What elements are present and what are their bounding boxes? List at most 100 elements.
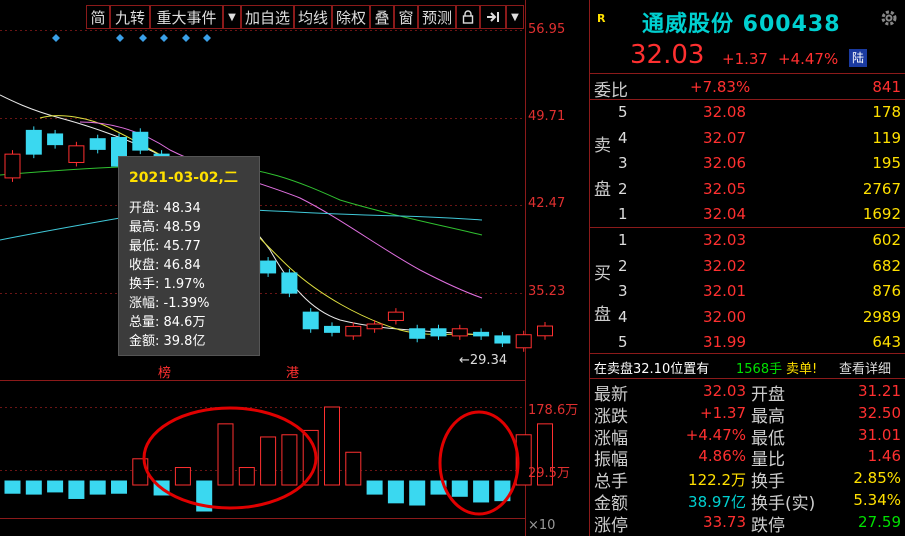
order-level-index: 1 <box>618 231 628 249</box>
volume-bar[interactable] <box>409 480 426 506</box>
event-markers[interactable] <box>52 34 211 42</box>
order-price[interactable]: 32.05 <box>700 180 746 198</box>
view-detail-link[interactable]: 查看详细 <box>839 358 891 377</box>
order-price[interactable]: 32.03 <box>700 231 746 249</box>
stat-value: 31.21 <box>858 382 901 400</box>
overlay-button[interactable]: 叠 <box>370 5 394 29</box>
predict-button[interactable]: 预测 <box>418 5 456 29</box>
candle[interactable] <box>47 133 64 146</box>
order-price[interactable]: 32.04 <box>700 205 746 223</box>
gang-label[interactable]: 港 <box>286 362 299 381</box>
volume-bar[interactable] <box>89 480 106 495</box>
major-events-button[interactable]: 重大事件 <box>150 5 223 29</box>
volume-bar[interactable] <box>111 480 127 494</box>
stock-name: 通威股份 600438 <box>642 12 841 37</box>
order-level-index: 1 <box>618 205 628 223</box>
order-price[interactable]: 32.07 <box>700 129 746 147</box>
candle[interactable] <box>68 145 85 163</box>
buy-label-bottom: 盘 <box>594 305 611 325</box>
candle[interactable] <box>409 328 426 339</box>
order-volume: 876 <box>872 282 901 300</box>
volume-bar[interactable] <box>25 480 42 495</box>
volume-bar[interactable] <box>451 480 468 497</box>
ma-line-yellow <box>39 115 483 336</box>
candle[interactable] <box>494 335 511 344</box>
tooltip-high: 最高: 48.59 <box>129 220 201 235</box>
exright-button[interactable]: 除权 <box>332 5 370 29</box>
candle[interactable] <box>366 323 383 330</box>
candle[interactable] <box>387 311 404 321</box>
stat-value: 31.01 <box>858 425 901 444</box>
jiuzhuan-button[interactable]: 九转 <box>110 5 150 29</box>
stat-value: +4.47% <box>685 425 746 444</box>
export-icon[interactable] <box>480 5 506 29</box>
candle[interactable] <box>537 325 553 337</box>
volume-bar[interactable] <box>174 467 191 486</box>
order-volume: 195 <box>872 154 901 172</box>
sell-label-top: 卖 <box>594 136 611 156</box>
candle[interactable] <box>473 331 490 337</box>
more-dropdown-icon[interactable]: ▼ <box>506 5 524 29</box>
lock-icon[interactable] <box>456 5 480 29</box>
bang-label[interactable]: 榜 <box>158 362 171 381</box>
order-price[interactable]: 32.08 <box>700 103 746 121</box>
tooltip-date: 2021-03-02,二 <box>129 170 238 186</box>
order-price[interactable]: 32.02 <box>700 257 746 275</box>
kline-chart[interactable] <box>0 0 590 536</box>
notice-text: 在卖盘32.10位置有 <box>594 362 710 377</box>
candle[interactable] <box>25 129 42 155</box>
window-button[interactable]: 窗 <box>394 5 418 29</box>
volume-bar[interactable] <box>47 480 64 493</box>
events-dropdown-icon[interactable]: ▼ <box>223 5 241 29</box>
volume-bar[interactable] <box>281 434 298 486</box>
order-price[interactable]: 31.99 <box>700 333 746 351</box>
volume-bar[interactable] <box>366 480 383 495</box>
candle[interactable] <box>302 311 319 330</box>
volume-bar[interactable] <box>324 406 340 486</box>
volume-bar[interactable] <box>238 467 255 486</box>
tooltip-volume: 总量: 84.6万 <box>129 315 206 330</box>
volume-bar[interactable] <box>345 451 362 486</box>
candles-group <box>4 126 553 352</box>
candle[interactable] <box>260 260 277 274</box>
gear-icon[interactable] <box>880 9 898 27</box>
stat-value: 122.2万 <box>688 471 746 490</box>
candle[interactable] <box>324 325 340 333</box>
candle[interactable] <box>345 325 362 337</box>
tooltip-open: 开盘: 48.34 <box>129 201 201 216</box>
lu-badge[interactable]: 陆 <box>849 49 867 67</box>
order-price[interactable]: 32.00 <box>700 308 746 326</box>
order-level-index: 2 <box>618 256 628 275</box>
stat-value: +1.37 <box>700 403 746 422</box>
order-price[interactable]: 32.06 <box>700 154 746 172</box>
volume-bar[interactable] <box>68 480 85 499</box>
volume-bar[interactable] <box>387 480 404 504</box>
simple-button[interactable]: 简 <box>86 5 110 29</box>
order-volume: 1692 <box>862 205 901 223</box>
order-level-index: 3 <box>618 154 628 172</box>
volume-bar[interactable] <box>217 423 234 486</box>
stat-label: 跌停 <box>751 515 785 536</box>
tooltip-low: 最低: 45.77 <box>129 239 201 254</box>
volume-bar[interactable] <box>4 480 21 494</box>
candle[interactable] <box>281 272 298 294</box>
stat-value: 32.03 <box>703 382 746 400</box>
candle[interactable] <box>515 334 532 349</box>
candle[interactable] <box>4 153 21 179</box>
candle[interactable] <box>132 131 149 151</box>
order-level-index: 3 <box>618 282 628 300</box>
tooltip-amount: 金额: 39.8亿 <box>129 334 206 349</box>
buy-label-top: 买 <box>594 264 611 284</box>
order-price[interactable]: 32.01 <box>700 282 746 300</box>
volume-bar[interactable] <box>473 480 490 503</box>
volume-bars-group <box>4 406 553 512</box>
order-volume: 2989 <box>862 307 901 326</box>
volume-bar[interactable] <box>260 436 277 486</box>
candle[interactable] <box>451 328 468 337</box>
candle[interactable] <box>89 138 106 150</box>
candle[interactable] <box>430 328 447 337</box>
candle-tooltip: 2021-03-02,二 开盘: 48.34 最高: 48.59 最低: 45.… <box>118 156 260 356</box>
tooltip-close: 收盘: 46.84 <box>129 258 201 273</box>
ma-button[interactable]: 均线 <box>294 5 332 29</box>
add-favorite-button[interactable]: 加自选 <box>241 5 294 29</box>
